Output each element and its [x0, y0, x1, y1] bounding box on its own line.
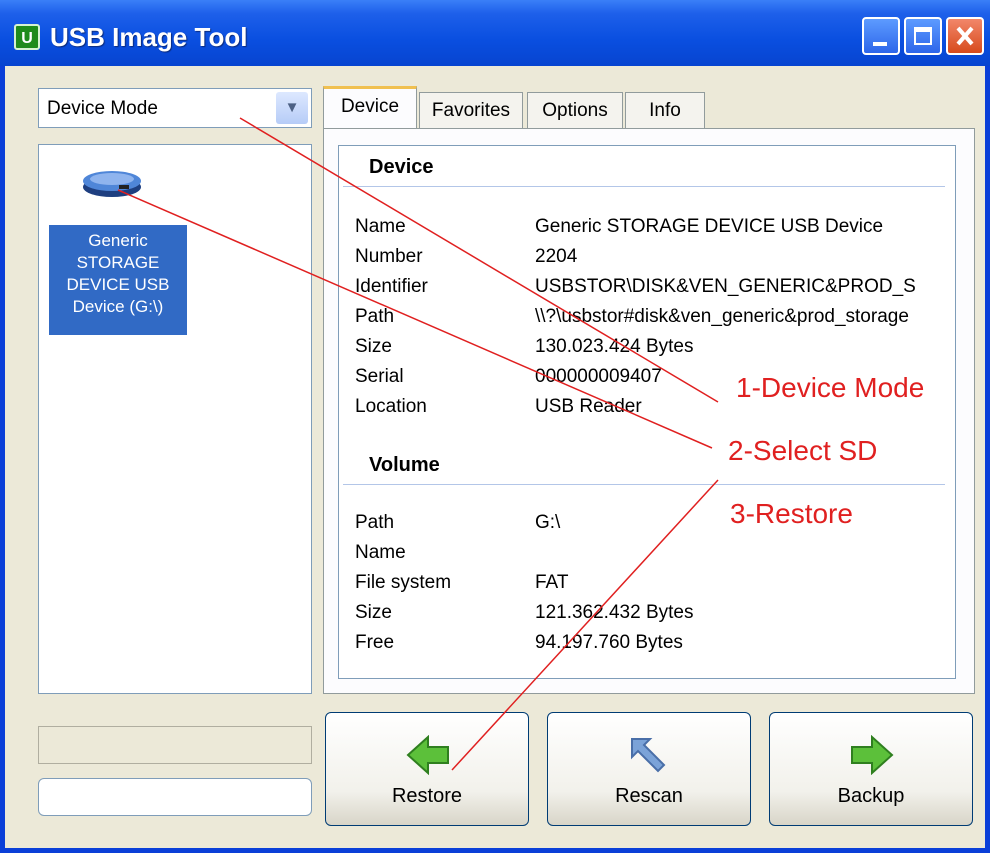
annotation-line: [117, 189, 713, 449]
annotation-restore: 3-Restore: [722, 496, 861, 532]
annotation-select-sd: 2-Select SD: [720, 433, 886, 469]
annotation-line: [239, 117, 719, 403]
annotation-line: [451, 479, 719, 771]
annotation-lines: [117, 117, 719, 771]
annotation-device-mode: 1-Device Mode: [728, 370, 933, 406]
